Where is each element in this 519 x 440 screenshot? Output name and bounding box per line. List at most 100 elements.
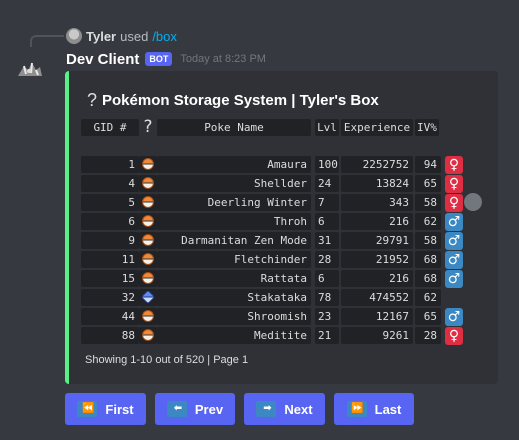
reply-username[interactable]: Tyler [86, 29, 116, 44]
lvl-cell: 7 [315, 194, 339, 211]
iv-cell: 68 [415, 270, 441, 287]
exp-cell: 29791 [341, 232, 413, 249]
ball-cell [139, 308, 157, 325]
poke-ball-icon [142, 215, 154, 227]
ball-cell [139, 327, 157, 344]
prev-button[interactable]: ⬅ Prev [155, 393, 235, 425]
name-cell: Amaura [157, 156, 311, 173]
bot-tag: BOT [145, 52, 173, 66]
ball-cell [139, 232, 157, 249]
exp-cell: 474552 [341, 289, 413, 306]
reply-reference[interactable]: Tyler used /box [66, 27, 177, 45]
author-name[interactable]: Dev Client [66, 51, 139, 68]
poke-ball-icon [142, 158, 154, 170]
next-button[interactable]: ➡ Next [244, 393, 325, 425]
lvl-cell: 6 [315, 270, 339, 287]
embed-title-text: Pokémon Storage System | Tyler's Box [102, 92, 379, 109]
question-icon: ? [87, 90, 98, 110]
col-name: Poke Name [157, 119, 311, 136]
col-gid: GID # [81, 119, 139, 136]
col-iv: IV% [415, 119, 439, 136]
pagination-buttons: ⏪ First ⬅ Prev ➡ Next ⏩ Last [65, 393, 423, 425]
lvl-cell: 21 [315, 327, 339, 344]
exp-cell: 12167 [341, 308, 413, 325]
ball-cell [139, 175, 157, 192]
male-icon: ♂ [445, 308, 463, 326]
name-cell: Fletchinder [157, 251, 311, 268]
poke-ball-icon [142, 253, 154, 265]
first-button[interactable]: ⏪ First [65, 393, 146, 425]
ball-cell [139, 270, 157, 287]
female-icon: ♀ [445, 194, 463, 212]
first-button-label: First [105, 401, 134, 417]
female-icon: ♀ [445, 175, 463, 193]
iv-cell: 65 [415, 308, 441, 325]
gid-cell: 4 [81, 175, 139, 192]
ultra-ball-icon [140, 289, 156, 305]
embed-footer: Showing 1-10 out of 520 | Page 1 [85, 354, 249, 366]
embed-title: ? Pokémon Storage System | Tyler's Box [87, 90, 379, 111]
message-header: Dev Client BOT Today at 8:23 PM [66, 49, 266, 69]
lvl-cell: 23 [315, 308, 339, 325]
lvl-cell: 31 [315, 232, 339, 249]
prev-button-label: Prev [194, 401, 224, 417]
exp-cell: 216 [341, 270, 413, 287]
name-cell: Meditite [157, 327, 311, 344]
poke-ball-icon [142, 234, 154, 246]
lvl-cell: 28 [315, 251, 339, 268]
gid-cell: 5 [81, 194, 139, 211]
timestamp: Today at 8:23 PM [180, 53, 266, 65]
ball-cell [139, 251, 157, 268]
iv-cell: 62 [415, 213, 441, 230]
reply-command[interactable]: /box [152, 29, 177, 44]
lvl-cell: 78 [315, 289, 339, 306]
lvl-cell: 24 [315, 175, 339, 192]
exp-cell: 2252752 [341, 156, 413, 173]
male-icon: ♂ [445, 213, 463, 231]
gid-cell: 88 [81, 327, 139, 344]
gid-cell: 11 [81, 251, 139, 268]
name-cell: Rattata [157, 270, 311, 287]
name-cell: Deerling Winter [157, 194, 311, 211]
arrow-left-icon: ⬅ [166, 401, 187, 417]
lvl-cell: 100 [315, 156, 339, 173]
iv-cell: 65 [415, 175, 441, 192]
iv-cell: 94 [415, 156, 441, 173]
ball-cell [139, 213, 157, 230]
iv-cell: 58 [415, 232, 441, 249]
poke-ball-icon [142, 329, 154, 341]
iv-cell: 58 [415, 194, 441, 211]
exp-cell: 216 [341, 213, 413, 230]
lvl-cell: 6 [315, 213, 339, 230]
female-icon: ♀ [445, 156, 463, 174]
col-exp: Experience [341, 119, 413, 136]
name-cell: Stakataka [157, 289, 311, 306]
male-icon: ♂ [445, 270, 463, 288]
poke-ball-icon [142, 196, 154, 208]
exp-cell: 21952 [341, 251, 413, 268]
bot-avatar-icon[interactable] [14, 58, 44, 80]
gid-cell: 1 [81, 156, 139, 173]
gid-cell: 44 [81, 308, 139, 325]
col-lvl: Lvl [315, 119, 339, 136]
gid-cell: 32 [81, 289, 139, 306]
name-cell: Shellder [157, 175, 311, 192]
gid-cell: 6 [81, 213, 139, 230]
rewind-icon: ⏪ [77, 401, 98, 417]
gid-cell: 15 [81, 270, 139, 287]
iv-cell: 68 [415, 251, 441, 268]
arrow-right-icon: ➡ [256, 401, 277, 417]
name-cell: Throh [157, 213, 311, 230]
scroll-indicator[interactable] [464, 193, 482, 211]
name-cell: Shroomish [157, 308, 311, 325]
user-avatar[interactable] [66, 28, 82, 44]
female-icon: ♀ [445, 327, 463, 345]
male-icon: ♂ [445, 251, 463, 269]
gid-cell: 9 [81, 232, 139, 249]
ball-cell [139, 289, 157, 306]
poke-ball-icon [142, 272, 154, 284]
poke-ball-icon [142, 177, 154, 189]
last-button[interactable]: ⏩ Last [334, 393, 414, 425]
reply-connector [30, 35, 64, 47]
exp-cell: 13824 [341, 175, 413, 192]
